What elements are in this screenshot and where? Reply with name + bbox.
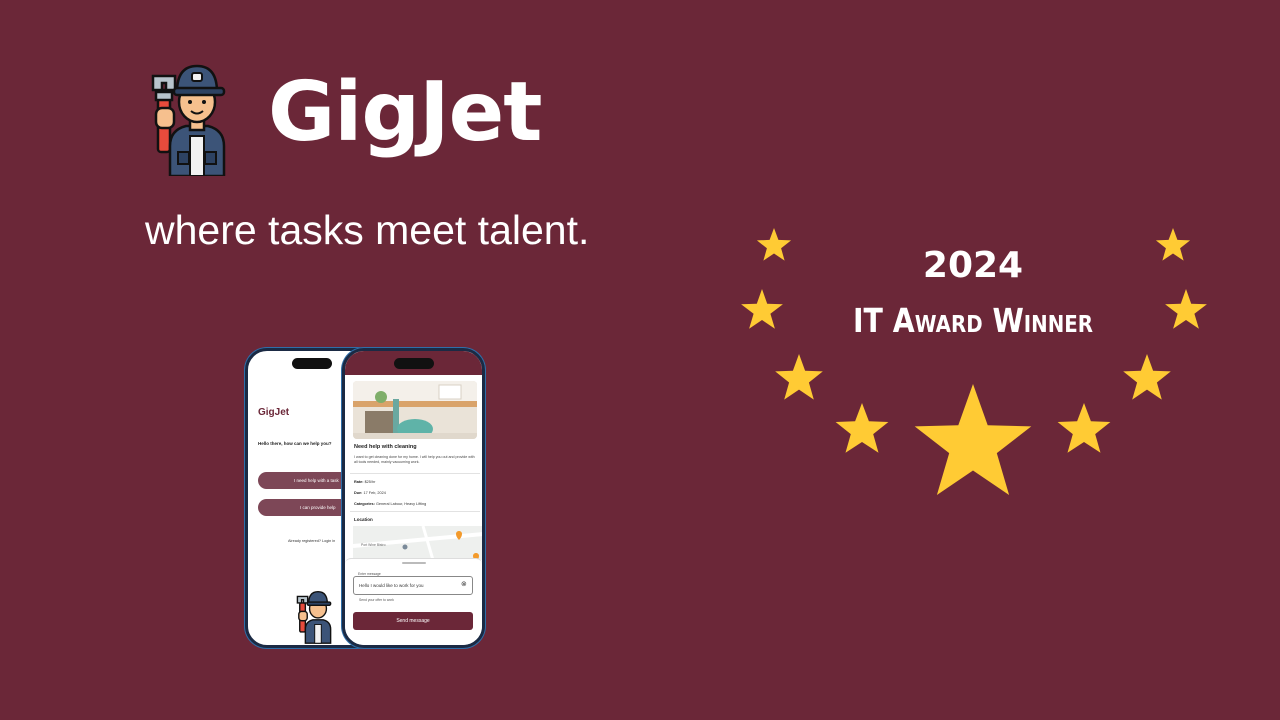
phone-task-screen: Need help with cleaning I want to get cl…: [342, 348, 485, 648]
tagline: where tasks meet talent.: [145, 207, 590, 253]
plumber-mascot-icon: [296, 591, 332, 644]
map-place-label: Port Wine Bistro: [361, 543, 386, 547]
star-icon: [1123, 354, 1171, 400]
star-icon: [914, 384, 1032, 495]
plumber-mascot-icon: [151, 64, 226, 176]
star-icon: [835, 403, 889, 453]
star-icon: [741, 289, 783, 329]
clear-circle-icon[interactable]: ⊗: [461, 581, 467, 588]
star-icon: [1165, 289, 1207, 329]
greeting-text: Hello there, how can we help you?: [258, 441, 332, 446]
message-helper-text: Send your offer to work: [359, 598, 394, 602]
award-year: 2024: [922, 245, 1024, 286]
task-rate: Rate: $25/hr: [354, 480, 376, 484]
message-input[interactable]: Hello I would like to work for you: [353, 576, 473, 595]
login-link[interactable]: Already registered? Login in: [288, 539, 335, 543]
divider: [350, 511, 480, 512]
message-sheet: Hello I would like to work for you Enter…: [345, 558, 482, 645]
star-icon: [1155, 228, 1191, 261]
star-icon: [775, 354, 823, 400]
sheet-handle[interactable]: [402, 562, 426, 564]
task-date: Due: 17 Feb, 2024: [354, 491, 386, 495]
task-categories: Categories: General Labour, Heavy Liftin…: [354, 502, 427, 506]
send-message-button[interactable]: Send message: [353, 612, 473, 630]
star-icon: [1057, 403, 1111, 453]
location-map[interactable]: Port Wine Bistro: [353, 526, 482, 560]
task-description: I want to get cleaning done for my home.…: [354, 455, 475, 464]
task-image: [353, 381, 477, 439]
phone-notch: [292, 358, 332, 369]
divider: [350, 473, 480, 474]
location-label: Location: [354, 517, 373, 522]
message-input-label: Enter message: [357, 572, 382, 576]
app-title: GigJet: [258, 407, 290, 418]
task-heading: Need help with cleaning: [354, 444, 417, 450]
award-title: IT Award Winner: [852, 301, 1094, 340]
brand-title: GigJet: [268, 65, 542, 160]
star-icon: [756, 228, 792, 261]
phone-notch: [393, 358, 434, 369]
